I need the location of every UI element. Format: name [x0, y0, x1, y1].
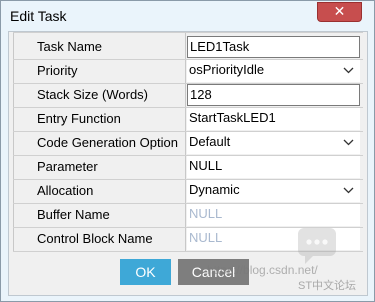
allocation-value: Dynamic	[189, 182, 240, 197]
buffer-name-field[interactable]: NULL	[187, 204, 360, 226]
priority-value: osPriorityIdle	[189, 62, 265, 77]
parameter-label: Parameter	[37, 159, 98, 174]
close-button[interactable]: ✕	[317, 2, 362, 22]
chevron-down-icon	[342, 60, 356, 80]
chat-bubble-icon	[298, 228, 336, 264]
code-generation-value: Default	[189, 134, 231, 149]
priority-select[interactable]: osPriorityIdle	[187, 60, 360, 82]
task-name-field[interactable]: LED1Task	[187, 36, 360, 58]
dialog-title: Edit Task	[10, 8, 67, 24]
stack-size-label: Stack Size (Words)	[37, 87, 149, 102]
buffer-name-label: Buffer Name	[37, 207, 110, 222]
entry-function-label: Entry Function	[37, 111, 121, 126]
code-generation-select[interactable]: Default	[187, 132, 360, 154]
code-generation-label: Code Generation Option	[37, 135, 178, 150]
chevron-down-icon	[342, 132, 356, 152]
watermark-brand: ST中文论坛	[298, 280, 357, 292]
ok-button[interactable]: OK	[120, 259, 171, 285]
grid-line	[13, 32, 363, 33]
chevron-down-icon	[342, 180, 356, 200]
parameter-field[interactable]: NULL	[187, 156, 360, 178]
grid-divider	[185, 32, 186, 252]
allocation-label: Allocation	[37, 183, 94, 198]
task-name-label: Task Name	[37, 39, 103, 54]
close-icon: ✕	[333, 4, 346, 20]
priority-label: Priority	[37, 63, 78, 78]
allocation-select[interactable]: Dynamic	[187, 180, 360, 202]
entry-function-field[interactable]: StartTaskLED1	[187, 108, 360, 130]
title-bar: Edit Task ✕	[1, 1, 374, 31]
grid-divider	[13, 32, 14, 252]
watermark-url: https://blog.csdn.net/	[207, 263, 318, 277]
control-block-name-label: Control Block Name	[37, 231, 153, 246]
stack-size-field[interactable]: 128	[187, 84, 360, 106]
edit-task-dialog: Edit Task ✕ Task Name LED1Task Priority …	[0, 0, 375, 302]
